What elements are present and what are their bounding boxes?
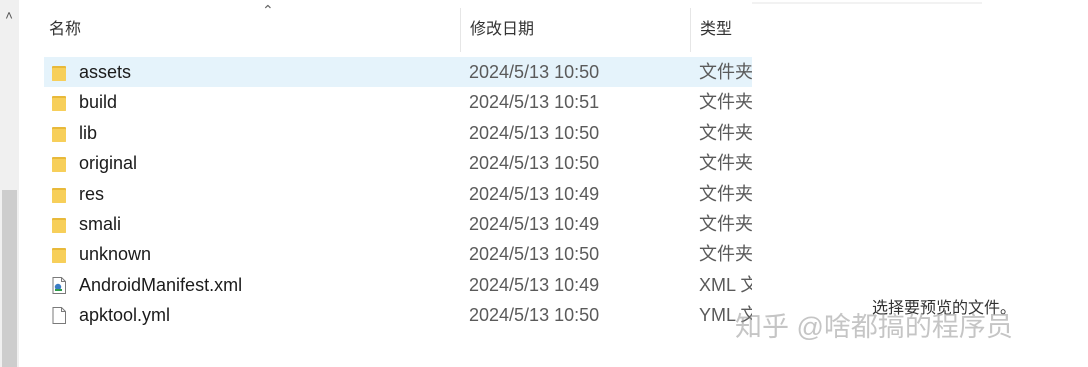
scroll-up-arrow-icon[interactable]: ˄ bbox=[3, 9, 15, 22]
pane-divider bbox=[752, 2, 982, 4]
file-row[interactable]: assets 2024/5/13 10:50 文件夹 bbox=[44, 57, 752, 88]
folder-icon bbox=[52, 64, 66, 81]
file-date: 2024/5/13 10:50 bbox=[469, 244, 600, 265]
file-name: AndroidManifest.xml bbox=[79, 274, 243, 295]
file-row[interactable]: apktool.yml 2024/5/13 10:50 YML 文 bbox=[44, 300, 752, 330]
file-type: 文件夹 bbox=[699, 213, 752, 234]
file-date: 2024/5/13 10:49 bbox=[469, 274, 600, 295]
file-date: 2024/5/13 10:49 bbox=[469, 213, 600, 234]
folder-icon bbox=[52, 155, 66, 173]
file-name: original bbox=[79, 153, 138, 174]
file-type: 文件夹 bbox=[699, 244, 752, 265]
folder-icon bbox=[52, 125, 66, 142]
file-icon bbox=[52, 307, 66, 325]
file-name: build bbox=[79, 92, 118, 113]
file-date: 2024/5/13 10:50 bbox=[469, 305, 600, 326]
file-type: 文件夹 bbox=[699, 92, 752, 113]
file-type: XML 文 bbox=[699, 274, 752, 295]
folder-icon bbox=[52, 94, 66, 112]
file-type: 文件夹 bbox=[699, 122, 752, 143]
file-type: 文件夹 bbox=[699, 153, 752, 174]
file-row[interactable]: lib 2024/5/13 10:50 文件夹 bbox=[44, 118, 752, 148]
column-header-name[interactable]: 名称 bbox=[19, 8, 460, 52]
file-name: assets bbox=[79, 62, 132, 82]
folder-icon bbox=[52, 186, 66, 203]
file-date: 2024/5/13 10:51 bbox=[469, 92, 600, 113]
file-name: lib bbox=[79, 122, 98, 143]
file-name: unknown bbox=[79, 244, 152, 265]
xml-file-icon bbox=[52, 276, 66, 294]
file-row[interactable]: AndroidManifest.xml 2024/5/13 10:49 XML 文 bbox=[44, 270, 752, 300]
file-date: 2024/5/13 10:50 bbox=[469, 122, 600, 143]
vertical-scrollbar[interactable]: ˄ bbox=[0, 0, 19, 367]
file-date: 2024/5/13 10:50 bbox=[469, 62, 600, 82]
folder-icon bbox=[52, 216, 66, 233]
watermark: 知乎 @啥都搞的程序员 bbox=[735, 312, 1013, 342]
scrollbar-thumb[interactable] bbox=[2, 190, 17, 367]
folder-icon bbox=[52, 246, 66, 264]
column-header-type[interactable]: 类型 bbox=[690, 8, 752, 52]
column-header-date[interactable]: 修改日期 bbox=[460, 8, 690, 52]
file-date: 2024/5/13 10:50 bbox=[469, 153, 600, 174]
file-name: res bbox=[79, 183, 105, 204]
file-name: apktool.yml bbox=[79, 305, 171, 326]
file-row[interactable]: original 2024/5/13 10:50 文件夹 bbox=[44, 148, 752, 178]
file-type: 文件夹 bbox=[699, 62, 752, 82]
file-row[interactable]: unknown 2024/5/13 10:50 文件夹 bbox=[44, 239, 752, 269]
file-type: 文件夹 bbox=[699, 183, 752, 204]
file-name: smali bbox=[79, 213, 122, 234]
file-row[interactable]: build 2024/5/13 10:51 文件夹 bbox=[44, 87, 752, 117]
file-date: 2024/5/13 10:49 bbox=[469, 183, 600, 204]
column-header: ⌃ 名称 修改日期 类型 bbox=[19, 2, 752, 52]
file-row[interactable]: res 2024/5/13 10:49 文件夹 bbox=[44, 179, 752, 209]
file-list: assets 2024/5/13 10:50 文件夹 build 2024/5/13 1… bbox=[44, 57, 752, 331]
file-row[interactable]: smali 2024/5/13 10:49 文件夹 bbox=[44, 209, 752, 239]
